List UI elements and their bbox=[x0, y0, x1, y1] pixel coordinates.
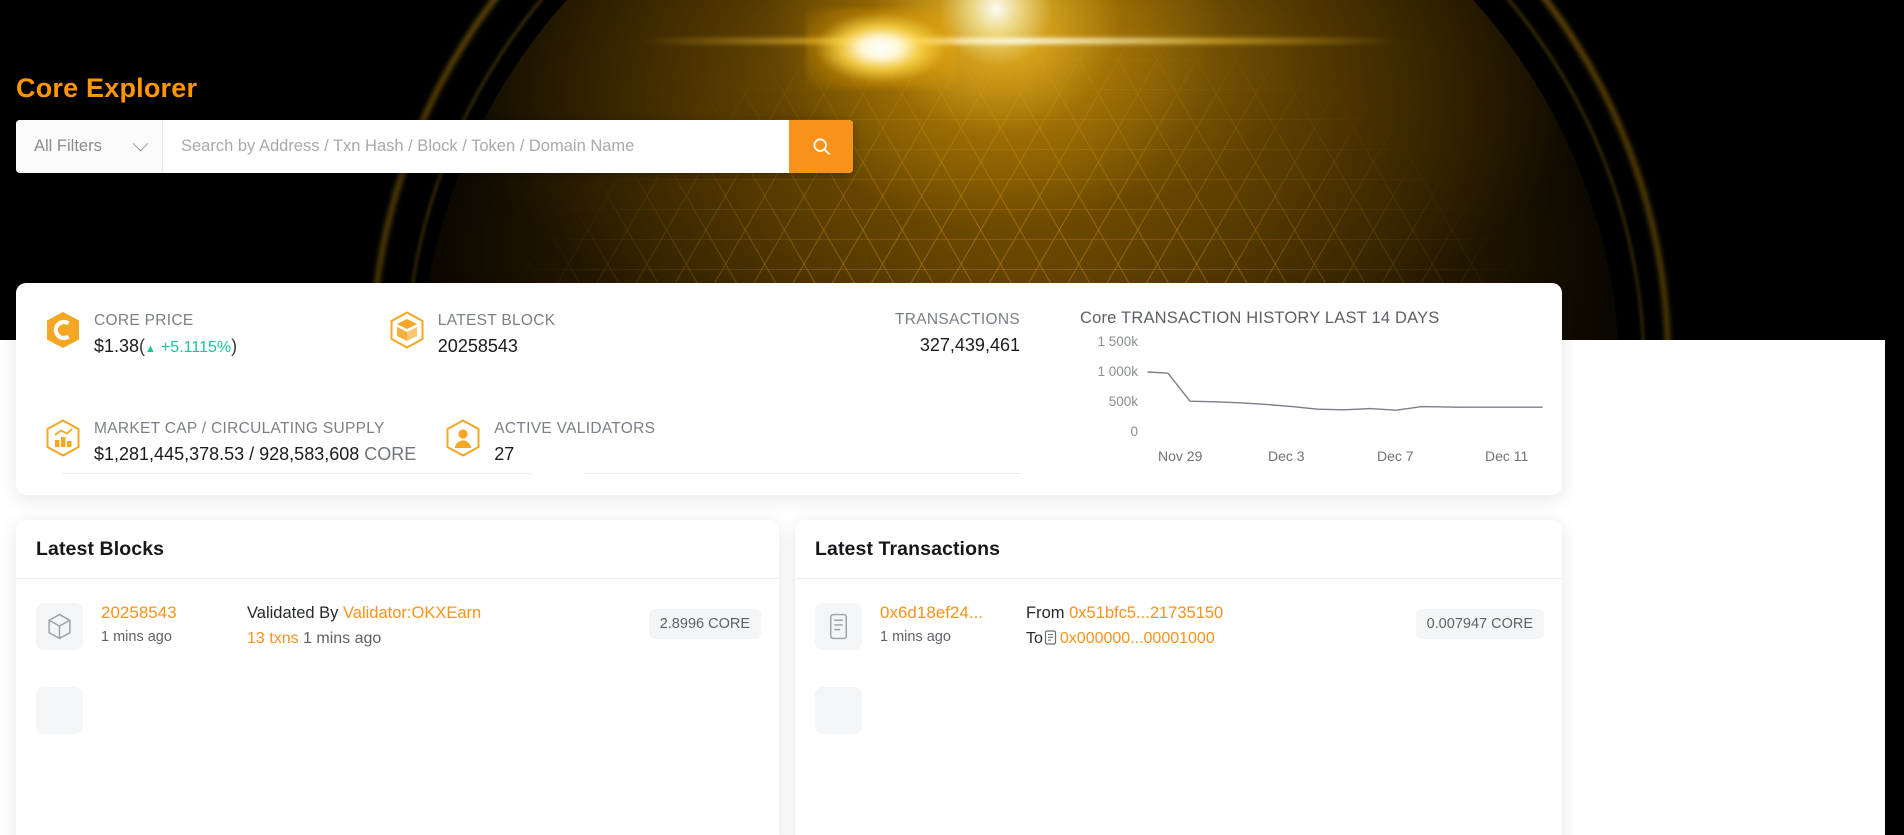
transactions-value: 327,439,461 bbox=[919, 335, 1020, 355]
latest-transactions-panel: Latest Transactions 0x6d18ef24... 1 mins… bbox=[795, 520, 1562, 835]
block-age: 1 mins ago bbox=[101, 629, 172, 645]
stats-grid: CORE PRICE $1.38(▲ +5.1115%) LATEST BLOC… bbox=[16, 283, 1046, 495]
latest-block-text: LATEST BLOCK 20258543 bbox=[438, 309, 556, 359]
tx-from-label: From bbox=[1026, 604, 1065, 622]
y-tick-1000k: 1 000k bbox=[1097, 364, 1138, 379]
transaction-doc-icon bbox=[815, 603, 862, 650]
market-cap-value: $1,281,445,378.53 / 928,583,608 bbox=[94, 444, 360, 464]
x-tick-dec3: Dec 3 bbox=[1268, 448, 1305, 464]
all-filters-dropdown[interactable]: All Filters bbox=[16, 120, 163, 173]
x-tick-nov29: Nov 29 bbox=[1158, 448, 1203, 464]
block-reward-badge: 2.8996 CORE bbox=[648, 609, 761, 639]
tx-to-label: To bbox=[1026, 630, 1043, 647]
latest-block-value[interactable]: 20258543 bbox=[438, 333, 556, 359]
chart-line-svg bbox=[1147, 371, 1543, 411]
paren-close: ) bbox=[231, 336, 238, 356]
transactions-stat: TRANSACTIONS 327,439,461 bbox=[704, 309, 1046, 391]
block-txns-line: 13 txns 1 mins ago bbox=[247, 626, 649, 651]
table-row[interactable]: 20258543 1 mins ago Validated By Validat… bbox=[16, 579, 779, 677]
chevron-down-icon bbox=[132, 135, 149, 152]
stats-row-top: CORE PRICE $1.38(▲ +5.1115%) LATEST BLOC… bbox=[16, 309, 1046, 391]
latest-blocks-header: Latest Blocks bbox=[16, 520, 779, 579]
tx-from-link[interactable]: 0x51bfc5...21735150 bbox=[1069, 604, 1223, 622]
block-id-column: 20258543 1 mins ago bbox=[83, 601, 231, 648]
page-right-edge bbox=[1885, 0, 1904, 835]
transaction-history-chart: Core TRANSACTION HISTORY LAST 14 DAYS 1 … bbox=[1046, 283, 1568, 495]
block-txn-age: 1 mins ago bbox=[303, 630, 382, 647]
hero-light-flare-graphic bbox=[806, 8, 956, 88]
core-logo-icon bbox=[46, 311, 80, 349]
core-price-value-line: $1.38(▲ +5.1115%) bbox=[94, 333, 237, 362]
search-input[interactable] bbox=[163, 120, 789, 173]
core-price-label: CORE PRICE bbox=[94, 312, 194, 329]
chart-title: Core TRANSACTION HISTORY LAST 14 DAYS bbox=[1080, 309, 1440, 327]
active-validators-value: 27 bbox=[494, 444, 515, 464]
block-detail-column: Validated By Validator:OKXEarn 13 txns 1… bbox=[231, 601, 649, 651]
tx-hash-link[interactable]: 0x6d18ef24... bbox=[880, 601, 1010, 624]
market-cap-stat: MARKET CAP / CIRCULATING SUPPLY $1,281,4… bbox=[16, 417, 416, 499]
stats-divider-right bbox=[584, 473, 1021, 474]
validated-by-label: Validated By bbox=[247, 604, 339, 622]
block-cube-icon bbox=[36, 603, 83, 650]
latest-transactions-header: Latest Transactions bbox=[795, 520, 1562, 579]
market-cap-value-line: $1,281,445,378.53 / 928,583,608 CORE bbox=[94, 441, 416, 467]
validated-by-line: Validated By Validator:OKXEarn bbox=[247, 601, 649, 626]
search-bar: All Filters bbox=[16, 120, 853, 173]
latest-block-stat: LATEST BLOCK 20258543 bbox=[360, 309, 704, 391]
market-cap-label: MARKET CAP / CIRCULATING SUPPLY bbox=[94, 420, 385, 437]
block-txns-link[interactable]: 13 txns bbox=[247, 630, 299, 647]
tx-to-line: To 0x000000...00001000 bbox=[1026, 626, 1416, 653]
tx-to-link[interactable]: 0x000000...00001000 bbox=[1060, 630, 1215, 647]
stats-divider-left bbox=[62, 473, 532, 474]
transaction-doc-icon-partial bbox=[815, 687, 862, 734]
y-tick-500k: 500k bbox=[1108, 394, 1138, 409]
chart-plot-area: 1 500k 1 000k 500k 0 Nov 29 Dec 3 Dec 7 … bbox=[1080, 334, 1543, 478]
stats-row-bottom: MARKET CAP / CIRCULATING SUPPLY $1,281,4… bbox=[16, 417, 1046, 499]
x-tick-dec11: Dec 11 bbox=[1485, 448, 1529, 464]
latest-transactions-title: Latest Transactions bbox=[815, 537, 1001, 560]
latest-blocks-title: Latest Blocks bbox=[36, 537, 165, 560]
latest-block-label: LATEST BLOCK bbox=[437, 312, 556, 329]
core-price-text: CORE PRICE $1.38(▲ +5.1115%) bbox=[94, 309, 237, 362]
contract-icon bbox=[1044, 628, 1057, 653]
x-tick-dec7: Dec 7 bbox=[1377, 448, 1414, 464]
active-validators-stat: ACTIVE VALIDATORS 27 bbox=[416, 417, 732, 499]
block-cube-icon-partial bbox=[36, 687, 83, 734]
market-cap-unit: CORE bbox=[364, 444, 417, 464]
all-filters-label: All Filters bbox=[34, 137, 102, 155]
market-cap-hex-icon bbox=[46, 419, 80, 457]
table-row-partial[interactable] bbox=[16, 677, 779, 734]
search-icon bbox=[811, 136, 832, 157]
core-price-change: +5.1115% bbox=[160, 339, 232, 356]
triangle-up-icon: ▲ bbox=[145, 343, 156, 355]
page-title: Core Explorer bbox=[16, 73, 198, 103]
y-tick-1500k: 1 500k bbox=[1097, 334, 1138, 349]
tx-hash-column: 0x6d18ef24... 1 mins ago bbox=[862, 601, 1010, 648]
block-number-link[interactable]: 20258543 bbox=[101, 601, 231, 624]
validator-hex-icon bbox=[446, 419, 480, 457]
search-button[interactable] bbox=[789, 120, 853, 173]
transactions-label: TRANSACTIONS bbox=[894, 311, 1020, 328]
active-validators-label: ACTIVE VALIDATORS bbox=[494, 420, 656, 437]
chart-line-series bbox=[1147, 371, 1543, 411]
stats-spacer bbox=[732, 417, 1046, 499]
tx-age: 1 mins ago bbox=[880, 629, 951, 645]
table-row-partial[interactable] bbox=[795, 677, 1562, 734]
core-price-value: $1.38 bbox=[94, 336, 140, 356]
block-hex-icon bbox=[390, 311, 424, 349]
transactions-text: TRANSACTIONS 327,439,461 bbox=[895, 309, 1020, 391]
y-tick-0: 0 bbox=[1130, 424, 1138, 439]
tx-detail-column: From 0x51bfc5...21735150 To 0x000000...00… bbox=[1010, 601, 1416, 653]
network-stats-card: CORE PRICE $1.38(▲ +5.1115%) LATEST BLOC… bbox=[16, 283, 1562, 495]
core-explorer-page: Core Explorer All Filters Search by Addr… bbox=[0, 0, 1904, 835]
market-cap-text: MARKET CAP / CIRCULATING SUPPLY $1,281,4… bbox=[94, 417, 416, 467]
tx-value-badge: 0.007947 CORE bbox=[1415, 609, 1544, 639]
validator-link[interactable]: Validator:OKXEarn bbox=[343, 604, 481, 622]
latest-blocks-panel: Latest Blocks 20258543 1 mins ago Valida… bbox=[16, 520, 779, 835]
core-price-stat: CORE PRICE $1.38(▲ +5.1115%) bbox=[16, 309, 360, 391]
table-row[interactable]: 0x6d18ef24... 1 mins ago From 0x51bfc5..… bbox=[795, 579, 1562, 677]
hero-light-streak-graphic bbox=[640, 38, 1400, 44]
tx-from-line: From 0x51bfc5...21735150 bbox=[1026, 601, 1416, 626]
active-validators-text: ACTIVE VALIDATORS 27 bbox=[494, 417, 655, 467]
